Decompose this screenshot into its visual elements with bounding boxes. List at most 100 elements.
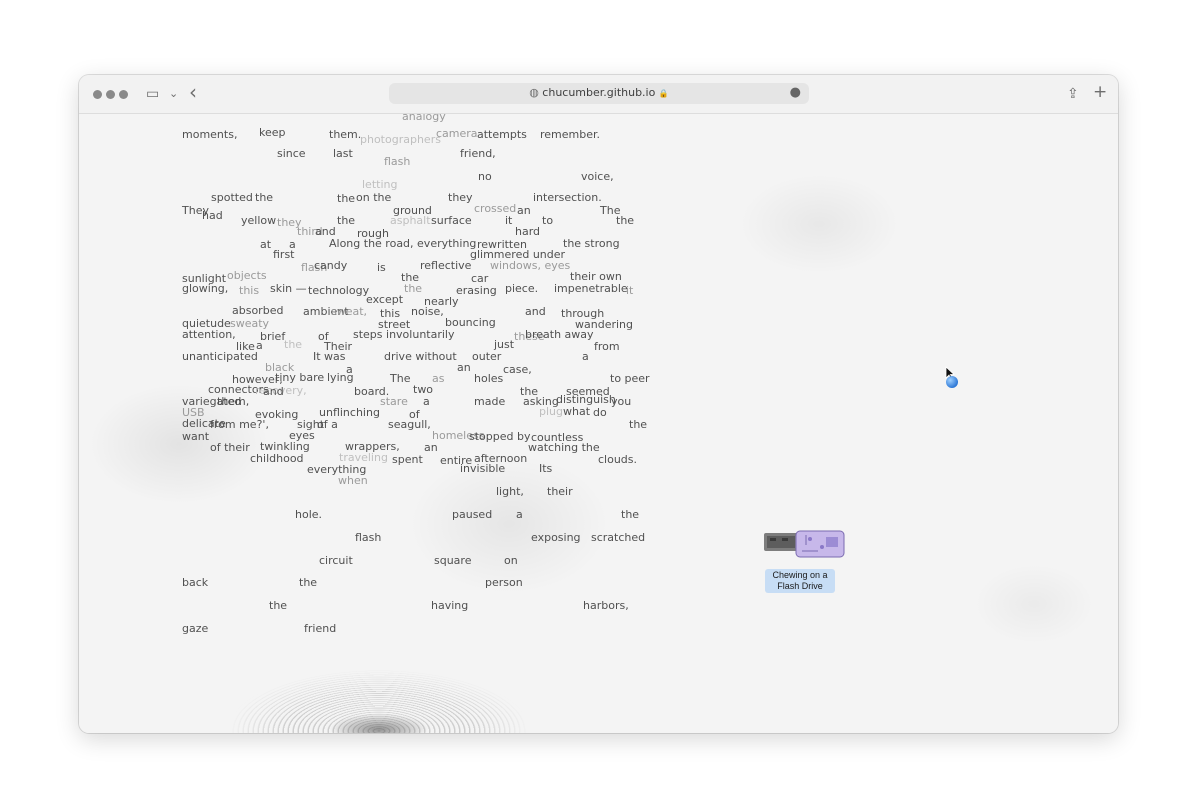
minimize-window-button[interactable] bbox=[106, 90, 115, 99]
poem-word: the bbox=[616, 214, 635, 227]
poem-word: plug bbox=[539, 405, 563, 418]
address-bar-content: ◍ chucumber.github.io 🔒 bbox=[389, 86, 809, 99]
poem-word: harbors, bbox=[583, 599, 629, 612]
poem-word: tiny bare bbox=[275, 371, 325, 384]
poem-word: the bbox=[255, 191, 274, 204]
poem-word: watching the bbox=[528, 441, 600, 454]
poem-word: unanticipated bbox=[182, 350, 258, 363]
poem-word: paused bbox=[452, 508, 493, 521]
zoom-window-button[interactable] bbox=[119, 90, 128, 99]
poem-word: a bbox=[516, 508, 523, 521]
blue-orb-icon bbox=[946, 376, 958, 388]
poem-word: candy bbox=[314, 259, 348, 272]
poem-word: spent bbox=[392, 453, 423, 466]
poem-word: on the bbox=[356, 191, 392, 204]
poem-word: voice, bbox=[581, 170, 614, 183]
poem-word: photographers bbox=[360, 133, 441, 146]
poem-word: keep bbox=[259, 126, 286, 139]
poem-word: skin — bbox=[270, 282, 307, 295]
poem-word: the bbox=[284, 338, 303, 351]
poem-word: circuit bbox=[319, 554, 353, 567]
poem-word: an bbox=[457, 361, 471, 374]
sidebar-icon[interactable]: ▭ bbox=[146, 84, 159, 104]
poem-word: it bbox=[626, 284, 634, 297]
url-text: chucumber.github.io bbox=[542, 86, 656, 99]
poem-word: they bbox=[448, 191, 473, 204]
page-content: had moments, keep them. photographers analogy… bbox=[79, 114, 1118, 733]
galaxy-particles bbox=[229, 669, 529, 733]
poem-word: since bbox=[277, 147, 306, 160]
poem-word: lying bbox=[327, 371, 354, 384]
poem-word: outer bbox=[472, 350, 502, 363]
poem-word: square bbox=[434, 554, 472, 567]
poem-word: seagull, bbox=[388, 418, 431, 431]
poem-word: the bbox=[299, 576, 318, 589]
poem-word: a bbox=[423, 395, 430, 408]
poem-word: It was bbox=[313, 350, 346, 363]
poem-word: is bbox=[377, 261, 386, 274]
poem-word: first bbox=[273, 248, 295, 261]
poem-word: them. bbox=[329, 128, 362, 141]
poem-word: letting bbox=[362, 178, 398, 191]
reader-icon[interactable]: ● bbox=[790, 85, 801, 100]
poem-word: yellow bbox=[241, 214, 277, 227]
poem-word: intersection. bbox=[533, 191, 602, 204]
chevron-down-icon[interactable]: ⌄ bbox=[169, 84, 178, 104]
poem-word: attention, bbox=[182, 328, 236, 341]
poem-word: from bbox=[594, 340, 620, 353]
poem-word: stopped by bbox=[469, 430, 531, 443]
poem-word: attempts bbox=[477, 128, 527, 141]
poem-word: piece. bbox=[505, 282, 539, 295]
poem-word: made bbox=[474, 395, 506, 408]
poem-word: sweat, bbox=[331, 305, 368, 318]
close-window-button[interactable] bbox=[93, 90, 102, 99]
poem-word: case, bbox=[503, 363, 532, 376]
poem-word: exposing bbox=[531, 531, 581, 544]
poem-word: of their bbox=[210, 441, 250, 454]
usb-flash-drive-icon[interactable] bbox=[762, 525, 848, 565]
poem-word: the bbox=[621, 508, 640, 521]
poem-word: childhood bbox=[250, 452, 304, 465]
poem-word: clouds. bbox=[598, 453, 638, 466]
poem-word: this bbox=[239, 284, 260, 297]
poem-word: a bbox=[582, 350, 589, 363]
poem-word: invisible bbox=[460, 462, 506, 475]
poem-word: remember. bbox=[540, 128, 601, 141]
poem-word: the strong bbox=[563, 237, 620, 250]
poem-word: hole. bbox=[295, 508, 323, 521]
poem-word: except bbox=[366, 293, 404, 306]
poem-word: glowing, bbox=[182, 282, 229, 295]
poem-word: at bbox=[260, 238, 272, 251]
poem-word: friend bbox=[304, 622, 337, 635]
back-icon[interactable]: ‹ bbox=[189, 82, 197, 102]
poem-word: from me?', bbox=[210, 418, 269, 431]
poem-word: and bbox=[525, 305, 546, 318]
poem-word: holes bbox=[474, 372, 504, 385]
poem-word: the bbox=[337, 192, 356, 205]
desktop-item-label[interactable]: Chewing on a Flash Drive bbox=[765, 569, 835, 593]
poem-word: asphalt bbox=[390, 214, 431, 227]
globe-icon: ◍ bbox=[529, 86, 539, 99]
share-icon[interactable]: ⇪ bbox=[1067, 84, 1079, 104]
browser-toolbar: ▭ ⌄ ‹ ◍ chucumber.github.io 🔒 ● ⇪ + bbox=[79, 75, 1118, 114]
poem-word: scratched bbox=[591, 531, 646, 544]
poem-word: an bbox=[517, 204, 531, 217]
poem-word: absorbed bbox=[232, 304, 284, 317]
poem-word: flash bbox=[355, 531, 382, 544]
poem-word: the bbox=[269, 599, 288, 612]
poem-word: friend, bbox=[460, 147, 496, 160]
poem-word: camera bbox=[436, 127, 478, 140]
plus-icon[interactable]: + bbox=[1093, 82, 1107, 102]
poem-word: objects bbox=[227, 269, 267, 282]
poem-word: having bbox=[431, 599, 469, 612]
poem-word: the bbox=[404, 282, 423, 295]
address-bar[interactable]: ◍ chucumber.github.io 🔒 ● bbox=[389, 83, 809, 104]
poem-word: want bbox=[182, 430, 210, 443]
lock-icon: 🔒 bbox=[658, 89, 669, 98]
poem-word: steps involuntarily bbox=[353, 328, 455, 341]
poem-word: the bbox=[337, 214, 356, 227]
poem-word: gaze bbox=[182, 622, 209, 635]
poem-word: spotted bbox=[211, 191, 253, 204]
poem-word: erasing bbox=[456, 284, 497, 297]
poem-word: to peer bbox=[610, 372, 650, 385]
